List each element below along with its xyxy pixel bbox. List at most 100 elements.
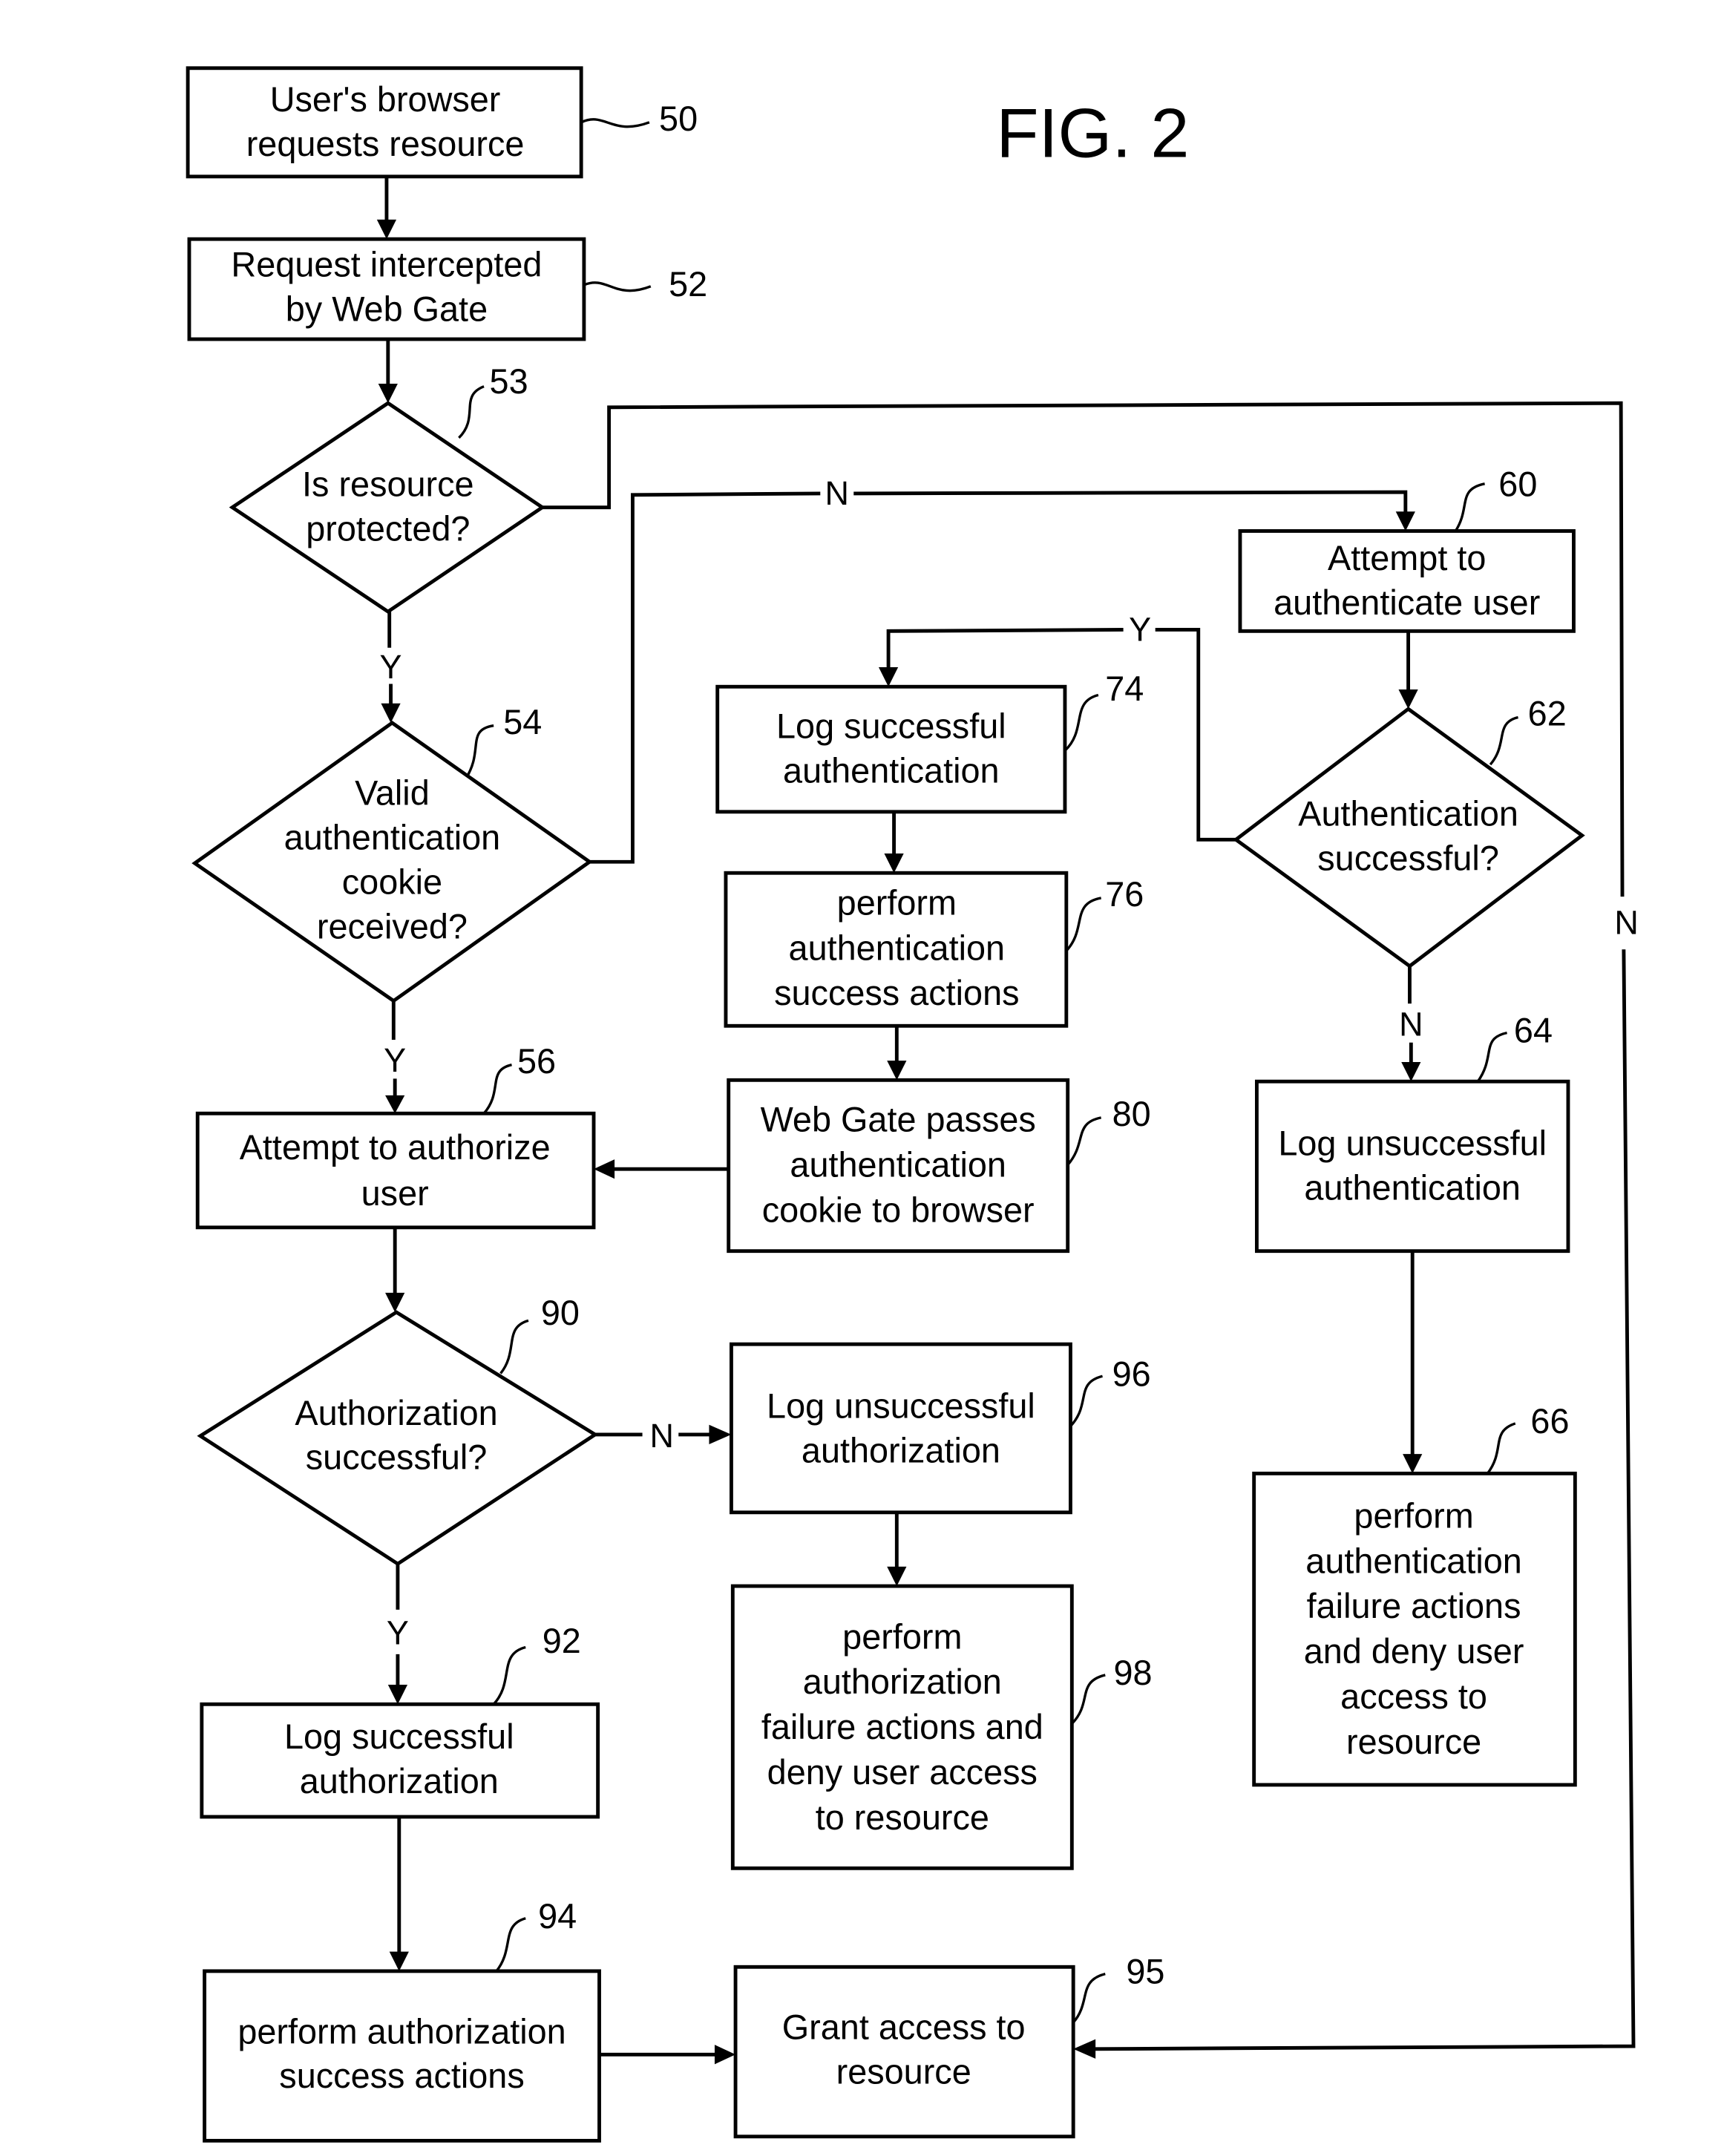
node-label-line: Request intercepted [231, 246, 542, 284]
edge-label-62-74: Y [1129, 610, 1151, 648]
node-label-line: failure actions and [761, 1708, 1043, 1746]
node-label-line: authorization [300, 1762, 499, 1801]
ref-numeral: 96 [1112, 1354, 1151, 1393]
node-label-line: Web Gate passes [761, 1101, 1036, 1139]
leader-54 [465, 724, 494, 779]
node-95: Grant access to resource 95 [733, 1953, 1164, 2139]
node-label-line: authentication [284, 818, 501, 856]
node-label-line: cookie [342, 862, 442, 901]
ref-numeral: 92 [543, 1622, 581, 1660]
arrowhead-66 [1403, 1454, 1423, 1474]
leader-90 [499, 1319, 529, 1374]
arrowhead-98 [887, 1566, 907, 1587]
ref-numeral: 54 [503, 703, 542, 741]
arrowhead-90 [385, 1292, 405, 1313]
node-label-line: authenticate user [1274, 583, 1540, 622]
node-label-line: received? [317, 907, 468, 946]
arrowhead-56-side [594, 1159, 615, 1179]
arrowhead-52 [376, 219, 397, 240]
arrowhead-64 [1401, 1061, 1421, 1082]
node-96: Log unsuccessful authorization 96 [730, 1342, 1151, 1515]
decision-diamond [229, 401, 546, 615]
node-label-line: successful? [306, 1438, 488, 1477]
node-label-line: authorization [803, 1662, 1002, 1701]
arrowhead-60 [1395, 511, 1415, 531]
ref-numeral: 52 [669, 265, 707, 304]
node-52: Request intercepted by Web Gate 52 [187, 237, 707, 341]
ref-numeral: 80 [1112, 1095, 1151, 1133]
leader-52 [583, 281, 652, 292]
node-label-line: success actions [279, 2057, 524, 2095]
node-label-line: and deny user [1304, 1632, 1524, 1671]
node-label-line: Log successful [776, 707, 1006, 746]
node-label-line: User's browser [270, 80, 501, 119]
process-box [1254, 1079, 1570, 1254]
edge-label-90-96: N [650, 1417, 674, 1455]
node-label-line: authentication [789, 928, 1006, 967]
ref-numeral: 76 [1105, 875, 1144, 914]
node-74: Log successful authentication 74 [715, 669, 1144, 814]
ref-numeral: 64 [1514, 1012, 1553, 1050]
edge-label-90-92: Y [387, 1614, 409, 1652]
ref-numeral: 60 [1498, 465, 1537, 504]
arrowhead-56 [385, 1095, 405, 1114]
node-label-line: perform authorization [237, 2012, 566, 2051]
leader-92 [492, 1645, 526, 1706]
node-label-line: authorization [802, 1431, 1000, 1469]
node-label-line: Authentication [1298, 795, 1518, 833]
figure-title: FIG. 2 [996, 94, 1189, 172]
node-94: perform authorization success actions 94 [203, 1897, 601, 2143]
node-label-line: access to [1340, 1677, 1487, 1716]
arrowhead-54 [381, 703, 401, 723]
process-box [715, 684, 1067, 814]
node-label-line: cookie to browser [762, 1190, 1035, 1229]
node-label-line: Log unsuccessful [767, 1386, 1035, 1425]
arrowhead-53 [378, 383, 398, 404]
node-62: Authentication successful? 62 [1233, 695, 1585, 969]
leader-76 [1065, 897, 1101, 952]
ref-numeral: 74 [1105, 669, 1144, 708]
process-box [203, 1969, 601, 2143]
arrowhead-95-left [714, 2045, 736, 2065]
node-label-line: Grant access to [782, 2008, 1026, 2047]
node-label-line: resource [836, 2053, 971, 2091]
arrowhead-92 [387, 1685, 408, 1705]
node-label-line: resource [1346, 1723, 1481, 1761]
node-label-line: perform [837, 883, 957, 922]
decision-diamond [1233, 707, 1585, 969]
leader-94 [495, 1917, 526, 1972]
node-label-line: Is resource [302, 465, 474, 504]
node-label-line: by Web Gate [286, 290, 488, 329]
node-80: Web Gate passes authentication cookie to b… [727, 1078, 1151, 1254]
node-label-line: user [361, 1174, 429, 1213]
node-label-line: Attempt to authorize [240, 1128, 551, 1167]
ref-numeral: 66 [1530, 1402, 1569, 1441]
process-box [730, 1342, 1072, 1515]
node-label-line: Attempt to [1328, 539, 1486, 577]
leader-74 [1063, 693, 1099, 752]
node-label: Web Gate passes authentication cookie to b… [761, 1101, 1036, 1230]
node-label-line: authentication [783, 751, 1000, 790]
decision-diamond [191, 720, 593, 1003]
edge-label-62-64: N [1399, 1005, 1423, 1043]
node-label-line: authentication [1305, 1541, 1522, 1580]
leader-96 [1069, 1374, 1103, 1427]
node-76: perform authentication success actions 76 [724, 871, 1144, 1028]
node-label-line: Log successful [284, 1717, 514, 1756]
ref-numeral: 56 [517, 1042, 556, 1081]
flowchart: FIG. 2 Y N Y N Y N Y N User's browser re… [186, 66, 1639, 2143]
leader-62 [1489, 715, 1518, 766]
node-label-line: Log unsuccessful [1278, 1124, 1547, 1162]
arrowhead-94 [389, 1951, 409, 1971]
arrowhead-74 [878, 667, 899, 687]
node-label-line: to resource [816, 1798, 989, 1837]
process-box [733, 1965, 1075, 2139]
leader-95 [1072, 1973, 1106, 2024]
leader-98 [1071, 1674, 1106, 1725]
leader-80 [1066, 1116, 1101, 1166]
node-label-line: successful? [1317, 839, 1499, 877]
edge-label-54-56: Y [384, 1041, 406, 1079]
arrowhead-62 [1398, 689, 1418, 710]
arrowhead-80 [887, 1061, 907, 1081]
ref-numeral: 53 [490, 362, 528, 401]
